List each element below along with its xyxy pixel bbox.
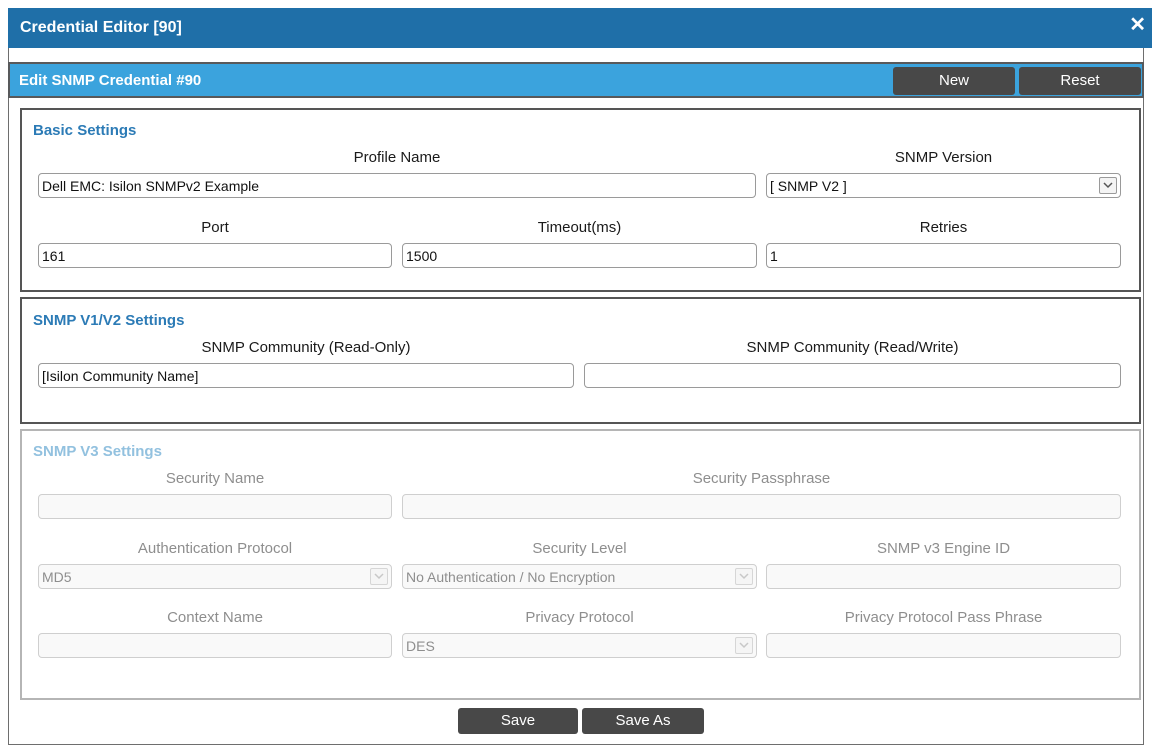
- security-passphrase-label: Security Passphrase: [692, 470, 831, 487]
- security-passphrase-input[interactable]: [402, 494, 1121, 519]
- security-name-label: Security Name: [165, 470, 265, 487]
- community-rw-input[interactable]: [584, 363, 1121, 388]
- privacy-passphrase-input[interactable]: [766, 633, 1121, 658]
- close-icon[interactable]: ✕: [1129, 15, 1146, 35]
- timeout-input[interactable]: 1500: [402, 243, 757, 268]
- chevron-down-icon[interactable]: [735, 568, 753, 585]
- auth-protocol-value: MD5: [42, 569, 72, 585]
- credential-editor-window: Credential Editor [90] ✕ Edit SNMP Crede…: [0, 0, 1152, 747]
- window-titlebar: Credential Editor [90] ✕: [8, 8, 1152, 48]
- basic-settings-title: Basic Settings: [33, 122, 137, 139]
- privacy-protocol-value: DES: [406, 638, 435, 654]
- chevron-down-icon[interactable]: [370, 568, 388, 585]
- retries-input[interactable]: 1: [766, 243, 1121, 268]
- snmp-version-select[interactable]: [ SNMP V2 ]: [766, 173, 1121, 198]
- reset-button[interactable]: Reset: [1019, 67, 1141, 95]
- snmp-version-label: SNMP Version: [894, 149, 993, 166]
- save-button[interactable]: Save: [458, 708, 578, 734]
- engine-id-input[interactable]: [766, 564, 1121, 589]
- profile-name-label: Profile Name: [353, 149, 441, 166]
- save-as-button[interactable]: Save As: [582, 708, 704, 734]
- port-input[interactable]: 161: [38, 243, 392, 268]
- retries-label: Retries: [919, 219, 968, 236]
- chevron-down-icon[interactable]: [1099, 177, 1117, 194]
- profile-name-input[interactable]: Dell EMC: Isilon SNMPv2 Example: [38, 173, 756, 198]
- timeout-label: Timeout(ms): [537, 219, 622, 236]
- privacy-protocol-label: Privacy Protocol: [525, 609, 634, 626]
- security-level-value: No Authentication / No Encryption: [406, 569, 616, 585]
- chevron-down-icon[interactable]: [735, 637, 753, 654]
- security-name-input[interactable]: [38, 494, 392, 519]
- window-title: Credential Editor [90]: [20, 19, 182, 36]
- security-level-select[interactable]: No Authentication / No Encryption: [402, 564, 757, 589]
- new-button[interactable]: New: [893, 67, 1015, 95]
- community-rw-label: SNMP Community (Read/Write): [746, 339, 959, 356]
- privacy-passphrase-label: Privacy Protocol Pass Phrase: [844, 609, 1043, 626]
- security-level-label: Security Level: [532, 540, 627, 557]
- port-label: Port: [201, 219, 229, 236]
- snmp-v1v2-section: [20, 297, 1141, 424]
- engine-id-label: SNMP v3 Engine ID: [876, 540, 1011, 557]
- context-name-label: Context Name: [167, 609, 263, 626]
- snmp-version-value: [ SNMP V2 ]: [770, 178, 847, 194]
- panel-title: Edit SNMP Credential #90: [19, 72, 202, 89]
- snmp-v1v2-title: SNMP V1/V2 Settings: [33, 312, 185, 329]
- snmp-v3-title: SNMP V3 Settings: [33, 443, 162, 460]
- auth-protocol-label: Authentication Protocol: [137, 540, 293, 557]
- auth-protocol-select[interactable]: MD5: [38, 564, 392, 589]
- context-name-input[interactable]: [38, 633, 392, 658]
- privacy-protocol-select[interactable]: DES: [402, 633, 757, 658]
- community-ro-label: SNMP Community (Read-Only): [201, 339, 411, 356]
- community-ro-input[interactable]: [Isilon Community Name]: [38, 363, 574, 388]
